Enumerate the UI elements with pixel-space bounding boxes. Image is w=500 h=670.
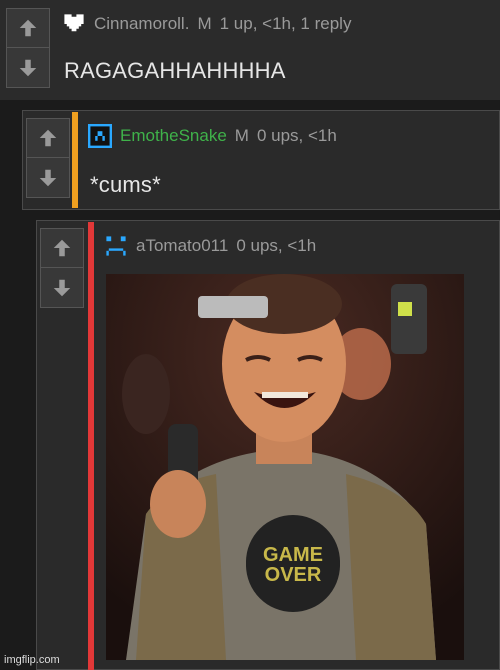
arrow-up-icon [19, 19, 37, 37]
user-badge: M [234, 126, 249, 145]
upvote-button[interactable] [26, 118, 70, 158]
sad-pixel-face-icon [106, 236, 126, 256]
pixel-face-icon [88, 124, 112, 148]
downvote-button[interactable] [6, 48, 50, 88]
comment-stats: 0 ups, <1h [236, 236, 317, 255]
upvote-button[interactable] [6, 8, 50, 48]
arrow-up-icon [53, 239, 71, 257]
vote-buttons-3 [40, 228, 84, 308]
comment-text: *cums* [90, 172, 161, 197]
game-over-text: GAME OVER [263, 544, 323, 586]
game-over-badge: GAME OVER [246, 518, 340, 612]
username[interactable]: EmotheSnake [120, 126, 227, 146]
imgflip-watermark: imgflip.com [4, 654, 60, 666]
username[interactable]: aTomato011 [136, 236, 228, 256]
arrow-down-icon [39, 169, 57, 186]
comment-text: RAGAGAHHAHHHHA [64, 58, 286, 83]
arrow-down-icon [19, 59, 37, 76]
comment-stats: 0 ups, <1h [256, 126, 337, 145]
downvote-button[interactable] [26, 158, 70, 198]
user-badge: M [197, 14, 212, 33]
username[interactable]: Cinnamoroll. [94, 14, 189, 34]
comment-meta-1: Cinnamoroll. M 1 up, <1h, 1 reply [62, 12, 351, 36]
upvote-button[interactable] [40, 228, 84, 268]
heart-pixel-icon [64, 14, 84, 32]
vote-buttons-1 [6, 8, 50, 88]
comment-meta-3: aTomato011 0 ups, <1h [104, 234, 316, 258]
comment-meta-2: EmotheSnake M 0 ups, <1h [88, 124, 337, 148]
thread-accent-bar [88, 222, 94, 670]
vote-buttons-2 [26, 118, 70, 198]
downvote-button[interactable] [40, 268, 84, 308]
comment-stats: 1 up, <1h, 1 reply [219, 14, 352, 33]
arrow-up-icon [39, 129, 57, 147]
arrow-down-icon [53, 279, 71, 296]
thread-accent-bar [72, 112, 78, 208]
